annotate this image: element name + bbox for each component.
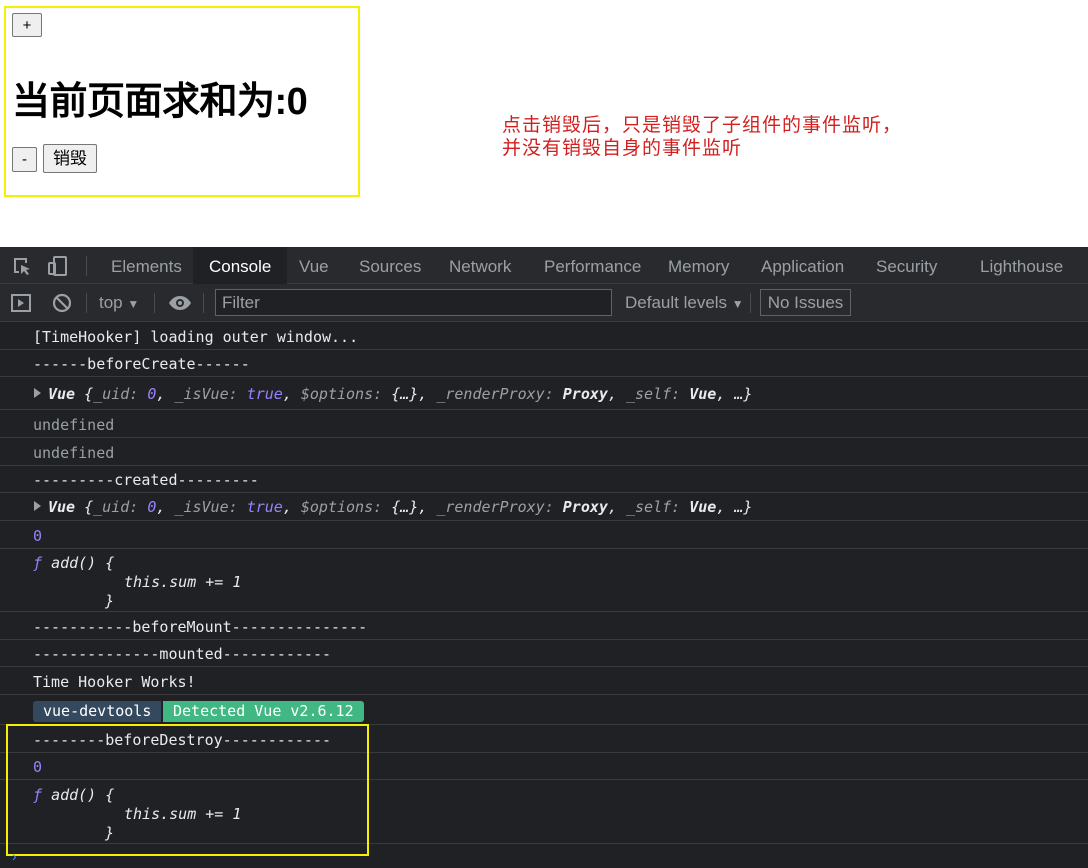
log-levels-label: Default levels [625,293,728,312]
eye-icon[interactable] [168,292,191,314]
issues-button[interactable]: No Issues [760,289,851,316]
console-message: [TimeHooker] loading outer window... [0,322,1088,350]
tab-lighthouse[interactable]: Lighthouse [980,247,1063,284]
devtools-tabbar: Elements Console Vue Sources Network Per… [0,247,1088,284]
vue-object-summary[interactable]: Vue {_uid: 0, _isVue: true, $options: {…… [48,498,752,516]
toolbar-separator [154,293,155,313]
console-message: --------------mounted------------ [0,640,1088,667]
chevron-down-icon: ▼ [731,297,744,311]
toolbar-separator [750,293,751,313]
annotation-line-2: 并没有销毁自身的事件监听 [502,137,743,159]
tab-security[interactable]: Security [876,247,937,284]
sum-heading: 当前页面求和为:0 [12,81,308,123]
console-message: undefined [0,438,1088,466]
filter-input[interactable] [215,289,612,316]
clear-console-icon[interactable] [51,292,73,314]
sidebar-toggle-icon[interactable] [10,292,32,314]
console-message: vue-devtools Detected Vue v2.6.12 [0,695,1088,725]
increment-button[interactable]: + [12,13,42,37]
console-message: undefined [0,410,1088,438]
detected-vue-badge: Detected Vue v2.6.12 [163,701,364,722]
chevron-down-icon: ▼ [127,297,140,311]
annotation-line-1: 点击销毁后，只是销毁了子组件的事件监听， [502,114,903,136]
function-icon: ƒ [33,554,43,572]
toolbar-separator [86,293,87,313]
expand-triangle-icon[interactable] [34,501,41,511]
inspect-element-icon[interactable] [11,255,33,277]
tab-memory[interactable]: Memory [668,247,729,284]
console-message: Time Hooker Works! [0,667,1088,695]
console-object-row[interactable]: Vue {_uid: 0, _isVue: true, $options: {…… [0,377,1088,410]
console-message: ---------created--------- [0,466,1088,493]
expand-triangle-icon[interactable] [34,388,41,398]
vue-object-summary[interactable]: Vue {_uid: 0, _isVue: true, $options: {…… [48,385,752,403]
toolbar-separator [203,293,204,313]
tab-application[interactable]: Application [761,247,844,284]
tab-elements[interactable]: Elements [111,247,182,284]
console-message: 0 [0,521,1088,549]
decrement-button[interactable]: - [12,147,37,172]
destroy-button[interactable]: 销毁 [43,144,97,173]
context-selector[interactable]: top ▼ [99,284,139,322]
console-object-row[interactable]: Vue {_uid: 0, _isVue: true, $options: {…… [0,493,1088,521]
console-function-row[interactable]: ƒ add() { this.sum += 1 } [0,549,1088,612]
console-message: -----------beforeMount--------------- [0,612,1088,640]
tabbar-separator [86,256,87,276]
annotation-note: 点击销毁后，只是销毁了子组件的事件监听， 并没有销毁自身的事件监听 [502,114,902,160]
tab-sources[interactable]: Sources [359,247,421,284]
app-container: + 当前页面求和为:0 - 销毁 [4,6,360,197]
tab-performance[interactable]: Performance [544,247,641,284]
log-levels-dropdown[interactable]: Default levels ▼ [625,284,744,322]
tab-vue[interactable]: Vue [299,247,329,284]
tab-network[interactable]: Network [449,247,511,284]
console-prompt-icon[interactable]: › [12,848,17,864]
device-toolbar-icon[interactable] [47,255,69,277]
console-message: ------beforeCreate------ [0,350,1088,377]
tab-console[interactable]: Console [193,247,288,284]
console-toolbar: top ▼ Default levels ▼ No Issues [0,284,1088,322]
highlight-box [6,724,369,856]
vue-devtools-badge: vue-devtools [33,701,162,722]
context-label: top [99,293,123,312]
